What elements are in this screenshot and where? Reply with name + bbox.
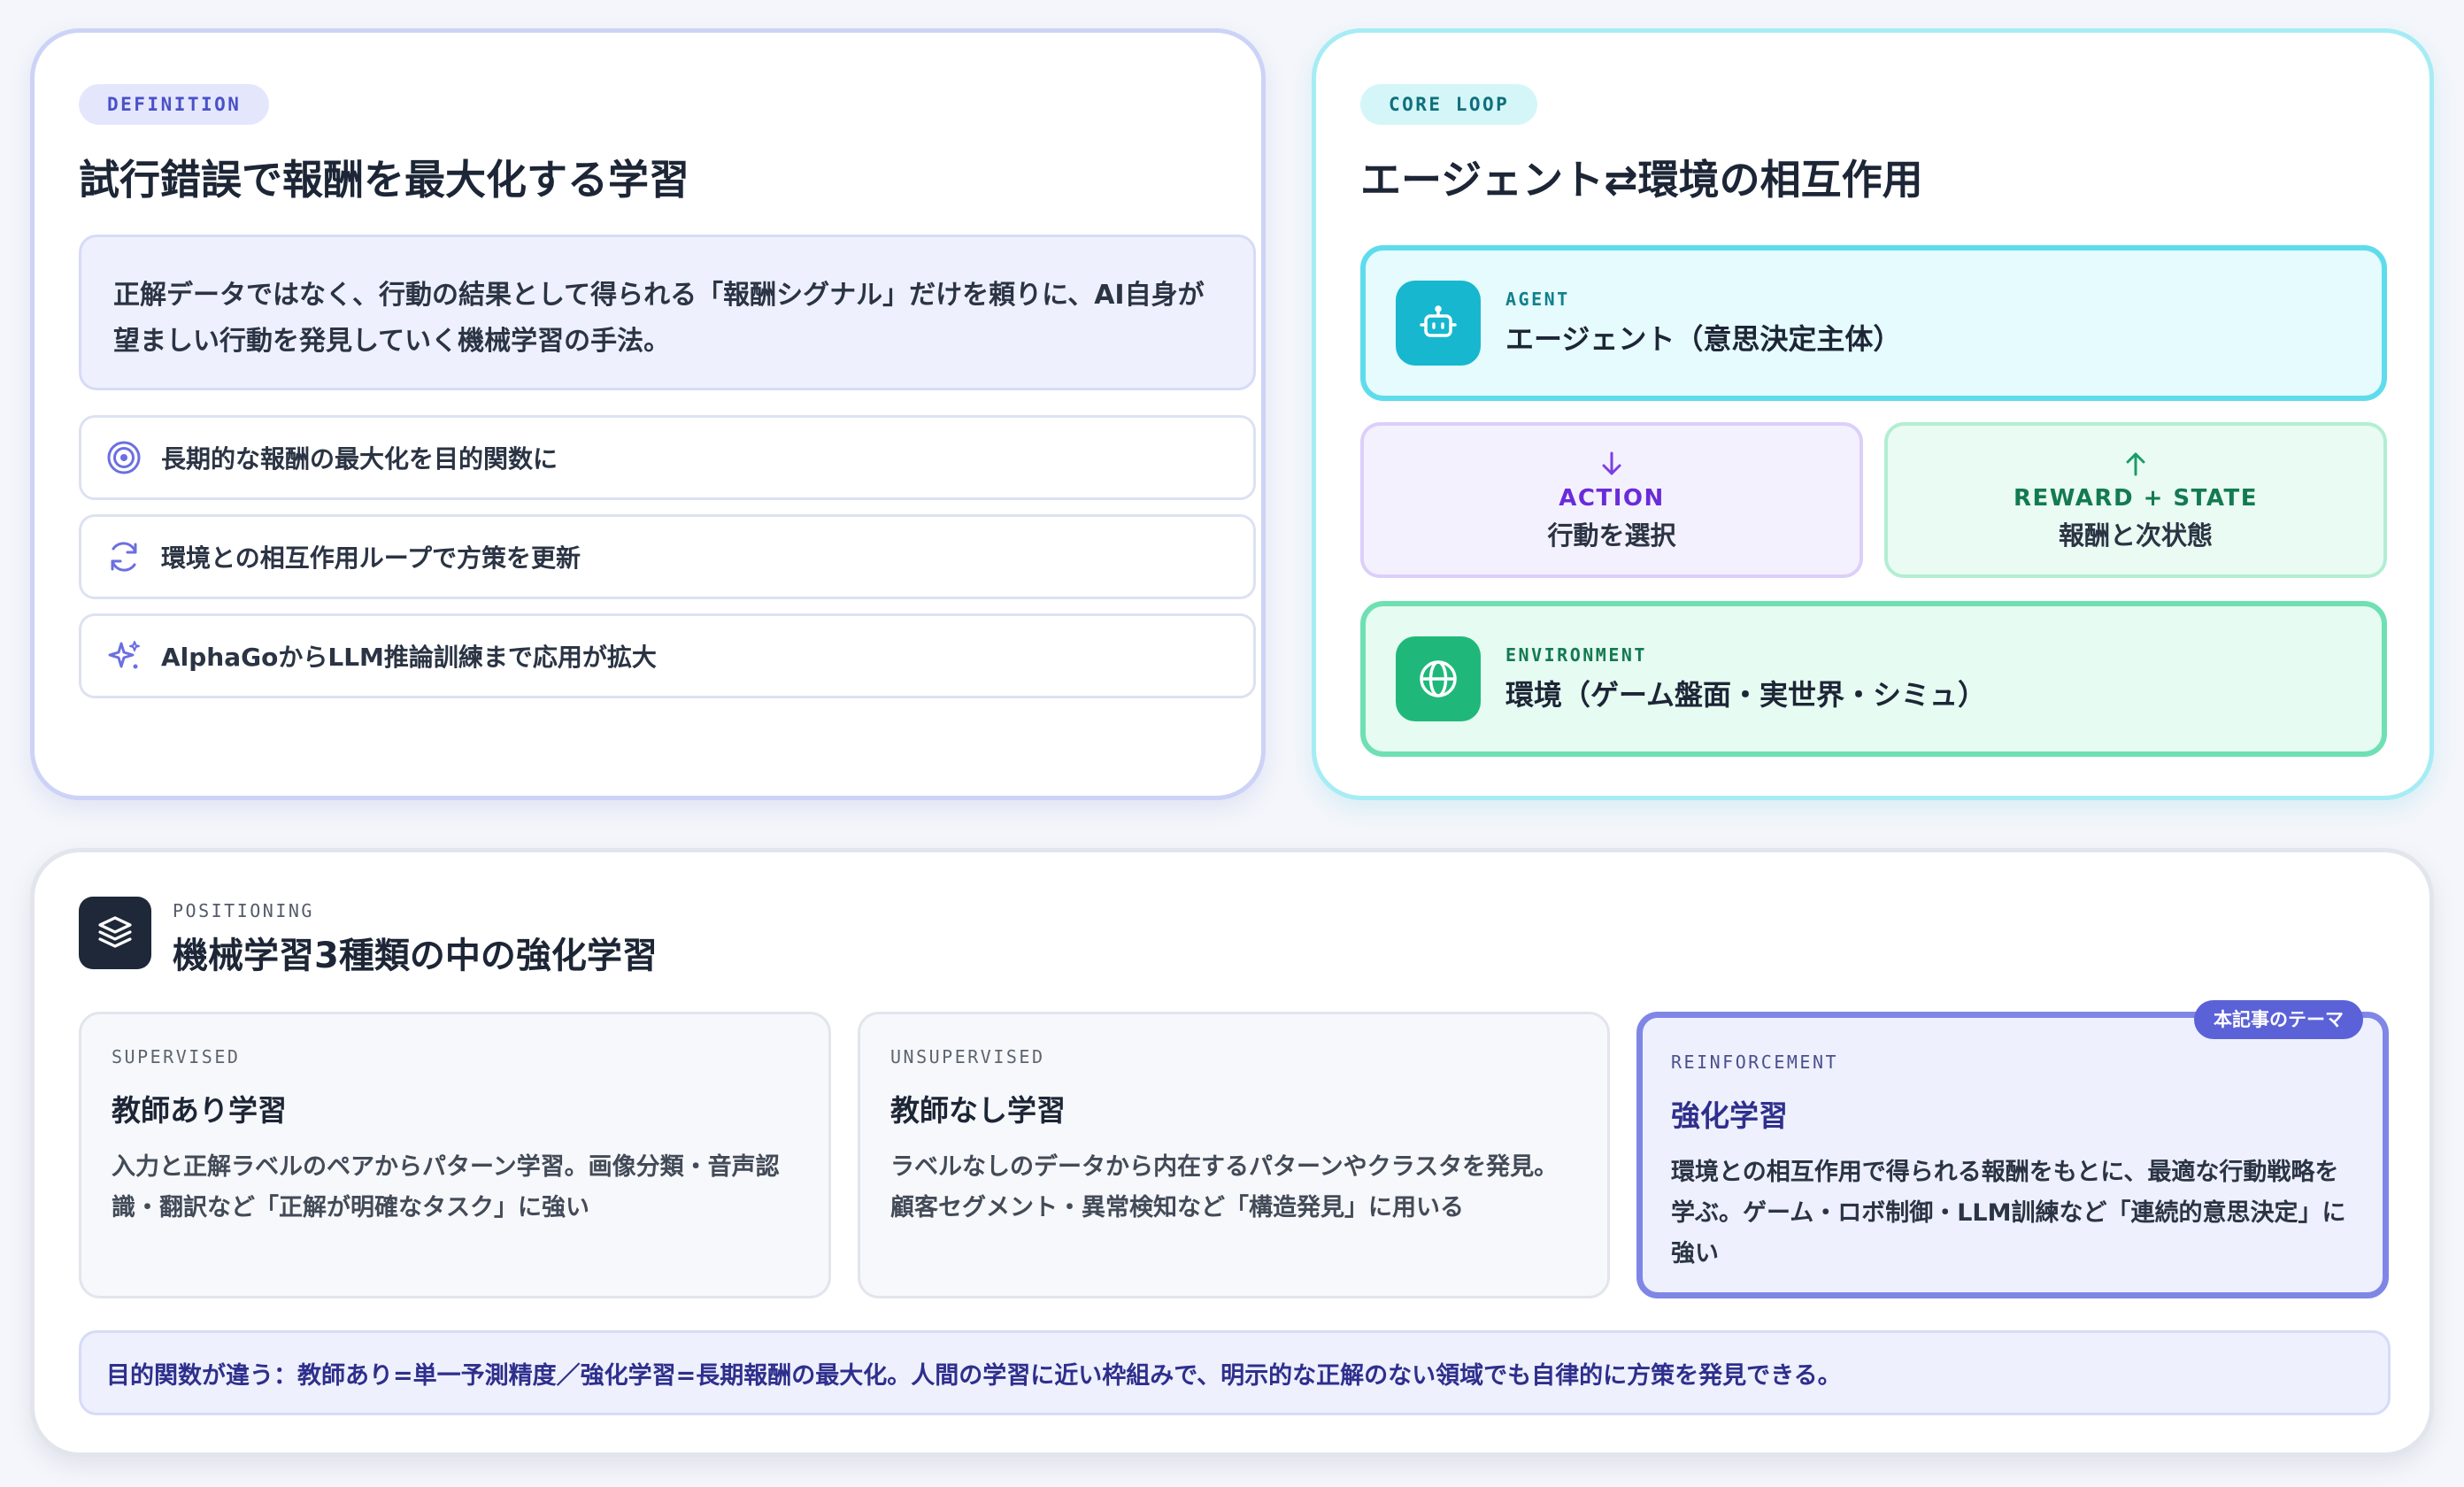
type-name: 教師あり学習 [112,1093,287,1128]
feature-text: 環境との相互作用ループで方策を更新 [161,543,581,573]
type-card-supervised: SUPERVISED 教師あり学習 入力と正解ラベルのペアからパターン学習。画像… [79,1012,831,1298]
positioning-card: POSITIONING 機械学習3種類の中の強化学習 SUPERVISED 教師… [30,848,2434,1457]
action-name: ACTION [1559,485,1665,512]
environment-sub: ENVIRONMENT [1505,644,1647,666]
agent-node: AGENT エージェント（意思決定主体） [1360,245,2387,401]
layers-icon [79,897,151,969]
type-desc: 環境との相互作用で得られる報酬をもとに、最適な行動戦略を学ぶ。ゲーム・ロボ制御・… [1671,1159,2346,1267]
feature-item-applications: AlphaGoからLLM推論訓練まで応用が拡大 [79,613,1256,698]
definition-card: DEFINITION 試行錯誤で報酬を最大化する学習 正解データではなく、行動の… [30,28,1266,800]
refresh-icon [104,537,143,576]
positioning-note: 目的関数が違う：教師あり=単一予測精度／強化学習=長期報酬の最大化。人間の学習に… [79,1330,2391,1415]
feature-item-objective: 長期的な報酬の最大化を目的関数に [79,415,1256,500]
arrow-down-icon [1598,448,1626,480]
robot-icon [1396,281,1481,366]
type-name: 教師なし学習 [890,1093,1066,1128]
action-desc: 行動を選択 [1547,520,1676,551]
core-loop-title: エージェント⇄環境の相互作用 [1360,156,1923,204]
feature-item-loop: 環境との相互作用ループで方策を更新 [79,514,1256,599]
type-card-unsupervised: UNSUPERVISED 教師なし学習 ラベルなしのデータから内在するパターンや… [858,1012,1610,1298]
target-icon [104,438,143,477]
core-loop-card: CORE LOOP エージェント⇄環境の相互作用 AGENT エージェント（意思… [1312,28,2434,800]
positioning-title: 機械学習3種類の中の強化学習 [173,936,658,976]
core-loop-pill: CORE LOOP [1360,84,1538,125]
type-desc: ラベルなしのデータから内在するパターンやクラスタを発見。顧客セグメント・異常検知… [890,1153,1559,1221]
definition-description: 正解データではなく、行動の結果として得られる「報酬シグナル」だけを頼りに、AI自… [79,235,1256,390]
action-flow: ACTION 行動を選択 [1360,422,1863,578]
type-card-reinforcement: 本記事のテーマ REINFORCEMENT 強化学習 環境との相互作用で得られる… [1636,1000,2389,1298]
feature-text: 長期的な報酬の最大化を目的関数に [161,444,558,474]
feature-text: AlphaGoからLLM推論訓練まで応用が拡大 [161,643,657,672]
type-name: 強化学習 [1671,1098,1788,1133]
agent-label: エージェント（意思決定主体） [1505,322,1902,356]
type-sub: SUPERVISED [112,1046,241,1067]
definition-pill: DEFINITION [79,84,270,125]
type-desc: 入力と正解ラベルのペアからパターン学習。画像分類・音声認識・翻訳など「正解が明確… [112,1153,780,1221]
globe-icon [1396,636,1481,721]
reward-flow: REWARD + STATE 報酬と次状態 [1884,422,2387,578]
reward-desc: 報酬と次状態 [2058,520,2213,551]
theme-badge: 本記事のテーマ [2194,1000,2363,1039]
agent-sub: AGENT [1505,289,1570,310]
type-sub: UNSUPERVISED [890,1046,1045,1067]
arrow-up-icon [2121,448,2150,480]
environment-label: 環境（ゲーム盤面・実世界・シミュ） [1505,678,1987,712]
reward-name: REWARD + STATE [2014,485,2258,512]
positioning-sub: POSITIONING [173,900,314,921]
sparkle-icon [104,636,143,675]
environment-node: ENVIRONMENT 環境（ゲーム盤面・実世界・シミュ） [1360,601,2387,757]
definition-title: 試行錯誤で報酬を最大化する学習 [79,156,689,204]
type-sub: REINFORCEMENT [1671,1052,1839,1073]
